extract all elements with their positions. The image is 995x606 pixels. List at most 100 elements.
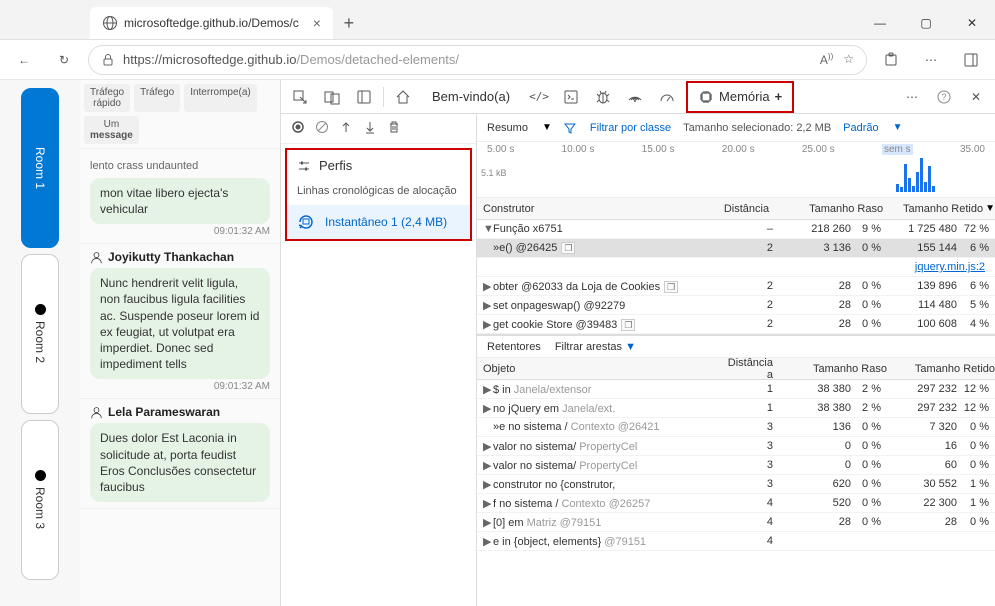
timeline-y-label: 5.1 kB [481, 168, 507, 178]
expand-icon[interactable]: ▶ [483, 535, 491, 548]
sidebar-icon[interactable] [955, 44, 987, 76]
device-icon[interactable] [319, 84, 345, 110]
console-icon[interactable] [558, 84, 584, 110]
url-icons: A)) ☆ [820, 52, 854, 67]
table-row[interactable]: ▶obter @62033 da Loja de Cookies❐2280 %1… [477, 277, 995, 296]
room-3-button[interactable]: Room 3 [21, 420, 59, 580]
close-tab-icon[interactable]: × [313, 15, 321, 31]
chat-tab[interactable]: Tráfegorápido [84, 84, 130, 112]
profiles-sidebar: Perfis Linhas cronológicas de alocação I… [281, 114, 477, 606]
table-row[interactable]: ▶construtor no {construtor, 36200 %30 55… [477, 475, 995, 494]
expand-icon[interactable]: ▶ [483, 497, 491, 510]
allocation-timeline[interactable]: 5.00 s10.00 s15.00 s20.00 s25.00 ssem s3… [477, 142, 995, 198]
filter-edges[interactable]: Filtrar arestas ▼ [555, 341, 636, 353]
expand-icon[interactable]: ▶ [483, 383, 491, 396]
constructors-rows: ▼Função x6751–218 2609 %1 725 48072 % »e… [477, 220, 995, 334]
room-label: Room 3 [33, 487, 47, 529]
room-1-button[interactable]: Room 1 [21, 88, 59, 248]
table-row[interactable]: ▼Função x6751–218 2609 %1 725 48072 % [477, 220, 995, 239]
chat-messages: lento crass undaunted mon vitae libero e… [80, 149, 280, 606]
close-window-button[interactable]: ✕ [949, 7, 995, 39]
alloc-timelines-label: Linhas cronológicas de alocação [287, 181, 470, 205]
class-filter[interactable]: Filtrar por classe [564, 122, 671, 134]
table-row[interactable]: ▶e in {object, elements} @791514 [477, 532, 995, 551]
table-row[interactable]: »e() @26425❐23 1360 %155 1446 % [477, 239, 995, 258]
minimize-button[interactable]: — [857, 7, 903, 39]
user-icon [90, 251, 103, 264]
url-bar: ← ↻ https://microsoftedge.github.io/Demo… [0, 40, 995, 80]
table-row[interactable]: ▶$ in Janela/extensor138 3802 %297 23212… [477, 380, 995, 399]
constructors-header: Construtor Distância Tamanho Raso Tamanh… [477, 198, 995, 220]
table-row[interactable]: ▶set onpageswap() @922792280 %114 4805 % [477, 296, 995, 315]
table-row[interactable]: ▶valor no sistema/ PropertyCel300 %160 % [477, 437, 995, 456]
extensions-icon[interactable] [875, 44, 907, 76]
refresh-button[interactable]: ↻ [48, 44, 80, 76]
chat-tab[interactable]: Ummessage [84, 116, 139, 144]
timeline-bars [896, 158, 935, 192]
snapshot-item[interactable]: Instantâneo 1 (2,4 MB) [287, 205, 470, 239]
download-icon[interactable] [363, 120, 377, 137]
browser-tab[interactable]: microsoftedge.github.io/Demos/c × [90, 7, 333, 39]
memory-data-panel: Resumo▼ Filtrar por classe Tamanho selec… [477, 114, 995, 606]
new-tab-button[interactable]: + [333, 7, 365, 39]
sort-icon[interactable]: ▼ [985, 203, 995, 214]
summary-select[interactable]: Resumo▼ [487, 122, 552, 134]
expand-icon[interactable] [483, 421, 491, 433]
message-user: Joyikutty Thankachan [90, 250, 270, 264]
expand-icon[interactable]: ▶ [483, 440, 491, 453]
room-2-button[interactable]: Room 2 [21, 254, 59, 414]
display-select[interactable]: Padrão ▼ [843, 122, 902, 134]
user-icon [90, 406, 103, 419]
maximize-button[interactable]: ▢ [903, 7, 949, 39]
more-icon[interactable]: ⋯ [899, 84, 925, 110]
expand-icon[interactable]: ▶ [483, 318, 491, 331]
filter-icon [564, 122, 576, 134]
back-button[interactable]: ← [8, 44, 40, 76]
record-icon[interactable] [291, 120, 305, 137]
expand-icon[interactable]: ▶ [483, 478, 491, 491]
table-row[interactable]: ▶f no sistema / Contexto @2625745200 %22… [477, 494, 995, 513]
tab-strip: microsoftedge.github.io/Demos/c × + [90, 7, 365, 39]
expand-icon[interactable]: ▶ [483, 280, 491, 293]
timeline-ticks: 5.00 s10.00 s15.00 s20.00 s25.00 ssem s3… [477, 144, 995, 155]
expand-icon[interactable]: ▶ [483, 459, 491, 472]
retainers-rows: ▶$ in Janela/extensor138 3802 %297 23212… [477, 380, 995, 551]
upload-icon[interactable] [339, 120, 353, 137]
chat-tab[interactable]: Interrompe(a) [184, 84, 257, 112]
network-icon[interactable] [622, 84, 648, 110]
menu-icon[interactable]: ⋯ [915, 44, 947, 76]
inspect-icon[interactable] [287, 84, 313, 110]
clear-icon[interactable] [315, 120, 329, 137]
devtools-panel: Bem-vindo(a) </> Memória + ⋯ ? ✕ [280, 80, 995, 606]
elements-icon[interactable]: </> [526, 84, 552, 110]
tab-memory[interactable]: Memória + [686, 81, 794, 113]
tab-welcome[interactable]: Bem-vindo(a) [422, 83, 520, 110]
chat-tab[interactable]: Tráfego [134, 84, 180, 112]
trash-icon[interactable] [387, 120, 401, 137]
expand-icon[interactable]: ▼ [483, 223, 491, 235]
svg-text:?: ? [941, 92, 946, 102]
home-icon[interactable] [390, 84, 416, 110]
address-bar[interactable]: https://microsoftedge.github.io/Demos/de… [88, 45, 867, 75]
table-row[interactable]: jquery.min.js:2 [477, 258, 995, 277]
table-row[interactable]: ▶no jQuery em Janela/ext.138 3802 %297 2… [477, 399, 995, 418]
help-icon[interactable]: ? [931, 84, 957, 110]
reader-icon[interactable]: A)) [820, 52, 833, 67]
close-devtools-icon[interactable]: ✕ [963, 84, 989, 110]
favorite-icon[interactable]: ☆ [843, 52, 854, 67]
table-row[interactable]: ▶valor no sistema/ PropertyCel300 %600 % [477, 456, 995, 475]
tab-title: microsoftedge.github.io/Demos/c [124, 16, 299, 30]
expand-icon[interactable]: ▶ [483, 516, 491, 529]
expand-icon[interactable] [483, 242, 491, 254]
table-row[interactable]: ▶[0] em Matriz @791514280 %280 % [477, 513, 995, 532]
table-row[interactable]: »e no sistema / Contexto @2642131360 %7 … [477, 418, 995, 437]
source-link[interactable]: jquery.min.js:2 [915, 261, 985, 273]
message-text: mon vitae libero ejecta's vehicular [90, 178, 270, 224]
expand-icon[interactable]: ▶ [483, 402, 491, 415]
globe-icon [102, 15, 118, 31]
performance-icon[interactable] [654, 84, 680, 110]
expand-icon[interactable]: ▶ [483, 299, 491, 312]
bug-icon[interactable] [590, 84, 616, 110]
dock-icon[interactable] [351, 84, 377, 110]
table-row[interactable]: ▶get cookie Store @39483❐2280 %100 6084 … [477, 315, 995, 334]
